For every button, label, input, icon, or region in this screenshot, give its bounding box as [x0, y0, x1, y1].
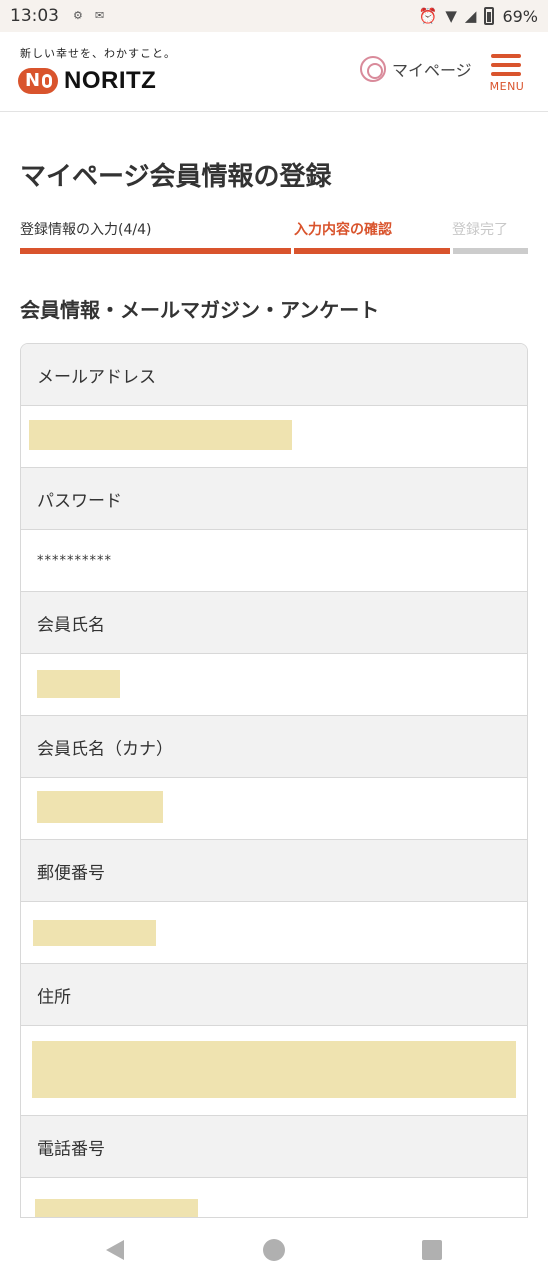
- name-kana-label-row: 会員氏名（カナ）: [21, 716, 527, 778]
- status-bar: 13:03 ⚙ ✉ ⏰ ▼ ◢ 69%: [0, 0, 548, 32]
- name-value-row: [21, 654, 527, 716]
- home-icon[interactable]: [263, 1239, 285, 1261]
- site-header: 新しい幸せを、わかすこと。 NORITZ マイページ MENU: [0, 32, 548, 112]
- phone-value-row: [21, 1178, 527, 1217]
- hamburger-icon-bar: [491, 63, 521, 67]
- mypage-link[interactable]: マイページ: [360, 56, 472, 82]
- password-label-row: パスワード: [21, 468, 527, 530]
- name-label: 会員氏名: [37, 615, 105, 635]
- hamburger-icon: [491, 54, 521, 58]
- step-input-bar: [20, 248, 291, 254]
- address-value-row: [21, 1026, 527, 1116]
- system-nav-bar: [0, 1218, 548, 1280]
- noritz-logo-mark-icon: [18, 68, 58, 94]
- noritz-logo[interactable]: NORITZ: [18, 67, 156, 95]
- status-time: 13:03: [10, 6, 59, 26]
- phone-redaction: [35, 1199, 198, 1217]
- logo-text: NORITZ: [64, 67, 157, 94]
- menu-label: MENU: [489, 80, 525, 93]
- signal-icon: ◢: [464, 7, 477, 25]
- postal-code-redaction: [33, 920, 156, 946]
- name-label-row: 会員氏名: [21, 592, 527, 654]
- address-label-row: 住所: [21, 964, 527, 1026]
- step-confirm-label: 入力内容の確認: [294, 222, 392, 238]
- postal-code-value-row: [21, 902, 527, 964]
- password-label: パスワード: [37, 491, 122, 511]
- notification-icon: ⚙: [73, 9, 83, 22]
- page-title: マイページ会員情報の登録: [20, 162, 332, 192]
- wifi-icon: ▼: [445, 7, 457, 25]
- postal-code-label: 郵便番号: [37, 863, 105, 883]
- email-label-row: メールアドレス: [21, 344, 527, 406]
- mypage-rose-icon: [360, 56, 386, 82]
- name-kana-value-row: [21, 778, 527, 840]
- address-redaction: [32, 1041, 516, 1098]
- mypage-label: マイページ: [392, 61, 472, 80]
- step-complete-bar: [453, 248, 528, 254]
- email-label: メールアドレス: [37, 367, 156, 387]
- name-kana-label: 会員氏名（カナ）: [37, 739, 173, 759]
- alarm-icon: ⏰: [418, 7, 438, 25]
- phone-label-row: 電話番号: [21, 1116, 527, 1178]
- step-confirm-bar: [294, 248, 450, 254]
- name-redaction: [37, 670, 120, 698]
- name-kana-redaction: [37, 791, 163, 823]
- step-complete-label: 登録完了: [452, 222, 508, 238]
- status-right: ⏰ ▼ ◢ 69%: [419, 7, 538, 26]
- email-value-row: [21, 406, 527, 468]
- hamburger-icon-bar: [491, 72, 521, 76]
- back-icon[interactable]: [106, 1240, 124, 1260]
- recent-apps-icon[interactable]: [422, 1240, 442, 1260]
- battery-level: 69%: [502, 6, 538, 26]
- section-title: 会員情報・メールマガジン・アンケート: [20, 298, 380, 322]
- password-value: **********: [37, 553, 112, 568]
- email-redaction: [29, 420, 292, 450]
- postal-code-label-row: 郵便番号: [21, 840, 527, 902]
- member-info-table: メールアドレス パスワード ********** 会員氏名 会員氏名（カナ） 郵…: [20, 343, 528, 1218]
- mail-notification-icon: ✉: [95, 9, 105, 22]
- menu-button[interactable]: MENU: [488, 52, 528, 96]
- password-value-row: **********: [21, 530, 527, 592]
- battery-icon: [484, 7, 495, 25]
- phone-label: 電話番号: [37, 1139, 105, 1159]
- step-input-label: 登録情報の入力(4/4): [20, 222, 152, 238]
- address-label: 住所: [37, 987, 71, 1007]
- tagline: 新しい幸せを、わかすこと。: [20, 47, 176, 60]
